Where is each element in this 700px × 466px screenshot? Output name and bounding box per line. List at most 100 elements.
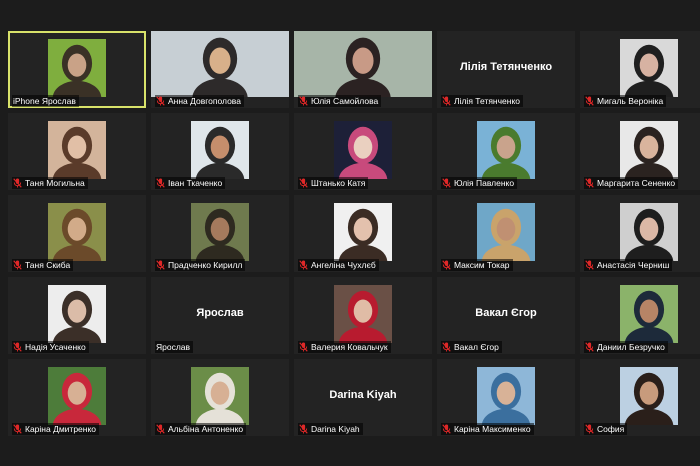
participant-photo [191,203,249,261]
participant-display-name: Darina Kiyah [329,389,397,401]
participant-tile[interactable]: Іван Ткаченко [151,113,289,190]
participant-name: Даниил Безручко [597,342,665,352]
participant-name: Каріна Дмитренко [25,424,97,434]
participant-photo [334,285,392,343]
participant-name-label: Прадченко Кирилл [155,259,246,271]
participant-name: Лілія Тетянченко [454,96,521,106]
participant-tile[interactable]: Darina Kiyah Darina Kiyah [294,359,432,436]
participant-name: Каріна Максименко [454,424,531,434]
participant-avatar [48,285,106,343]
participant-name-label: Вакал Єгор [441,341,502,353]
gallery-grid: iPhone Ярослав Анна Довгополова Юлія Самой… [8,31,700,436]
participant-photo [620,121,678,179]
participant-tile[interactable]: Анастасія Черниш [580,195,700,272]
participant-tile[interactable]: Каріна Максименко [437,359,575,436]
participant-tile[interactable]: Маргарита Сененко [580,113,700,190]
participant-name: Darina Kiyah [311,424,360,434]
muted-mic-icon [442,424,451,434]
participant-name: Ярослав [156,342,191,352]
participant-avatar [477,121,535,179]
participant-tile[interactable]: Надія Усаченко [8,277,146,354]
muted-mic-icon [585,342,594,352]
participant-avatar [620,121,678,179]
participant-avatar [48,121,106,179]
participant-tile[interactable]: Даниил Безручко [580,277,700,354]
participant-tile[interactable]: iPhone Ярослав [8,31,146,108]
muted-mic-icon [156,96,165,106]
participant-tile[interactable]: Вакал Єгор Вакал Єгор [437,277,575,354]
participant-tile[interactable]: Таня Могильна [8,113,146,190]
participant-video [294,31,432,97]
participant-tile[interactable]: Анна Довгополова [151,31,289,108]
participant-tile[interactable]: Прадченко Кирилл [151,195,289,272]
participant-name: Вакал Єгор [454,342,499,352]
participant-photo [48,121,106,179]
participant-name-label: Мигаль Вероніка [584,95,667,107]
participant-tile[interactable]: Штанько Катя [294,113,432,190]
muted-mic-icon [442,96,451,106]
participant-name-label: Валерия Ковальчук [298,341,391,353]
participant-name: iPhone Ярослав [13,96,76,106]
participant-tile[interactable]: Ярослав Ярослав [151,277,289,354]
participant-display-name: Лілія Тетянченко [459,61,553,73]
muted-mic-icon [156,260,165,270]
participant-avatar [334,121,392,179]
participant-photo [620,285,678,343]
participant-avatar [620,367,678,425]
participant-tile[interactable]: Таня Скиба [8,195,146,272]
participant-tile[interactable]: София [580,359,700,436]
participant-photo [477,367,535,425]
participant-tile[interactable]: Альбіна Антоненко [151,359,289,436]
participant-display-name: Вакал Єгор [475,307,537,319]
participant-tile[interactable]: Ангеліна Чухлєб [294,195,432,272]
participant-name: Юлія Павленко [454,178,515,188]
participant-photo [191,121,249,179]
participant-name: Прадченко Кирилл [168,260,243,270]
participant-photo [191,367,249,425]
participant-name: Валерия Ковальчук [311,342,388,352]
participant-name: Максим Токар [454,260,510,270]
muted-mic-icon [442,178,451,188]
muted-mic-icon [299,178,308,188]
participant-name: Таня Могильна [25,178,85,188]
participant-photo [620,203,678,261]
participant-tile[interactable]: Лілія Тетянченко Лілія Тетянченко [437,31,575,108]
muted-mic-icon [299,96,308,106]
participant-tile[interactable]: Юлія Павленко [437,113,575,190]
participant-tile[interactable]: Каріна Дмитренко [8,359,146,436]
muted-mic-icon [442,260,451,270]
participant-tile[interactable]: Юлія Самойлова [294,31,432,108]
participant-name-label: Альбіна Антоненко [155,423,247,435]
muted-mic-icon [299,260,308,270]
participant-avatar [334,285,392,343]
participant-name-label: Анастасія Черниш [584,259,673,271]
participant-name-label: Таня Скиба [12,259,74,271]
participant-tile[interactable]: Максим Токар [437,195,575,272]
participant-name-label: Таня Могильна [12,177,88,189]
participant-tile[interactable]: Валерия Ковальчук [294,277,432,354]
participant-name-label: iPhone Ярослав [12,95,79,107]
participant-name: Анна Довгополова [168,96,241,106]
participant-name-label: Маргарита Сененко [584,177,679,189]
participant-name-label: Надія Усаченко [12,341,89,353]
participant-name-label: Іван Ткаченко [155,177,226,189]
participant-name-label: Ангеліна Чухлєб [298,259,379,271]
participant-video [151,31,289,97]
participant-name-label: Юлія Самойлова [298,95,382,107]
participant-photo [48,39,106,97]
muted-mic-icon [156,178,165,188]
participant-avatar [477,203,535,261]
participant-photo [620,39,678,97]
participant-name-label: Каріна Дмитренко [12,423,100,435]
muted-mic-icon [585,178,594,188]
participant-tile[interactable]: Мигаль Вероніка [580,31,700,108]
participant-name-label: Штанько Катя [298,177,369,189]
participant-name-label: Даниил Безручко [584,341,668,353]
participant-display-name: Ярослав [196,307,244,319]
muted-mic-icon [13,178,22,188]
participant-name-label: София [584,423,628,435]
participant-name: София [597,424,625,434]
participant-photo [477,121,535,179]
muted-mic-icon [156,424,165,434]
participant-avatar [477,367,535,425]
